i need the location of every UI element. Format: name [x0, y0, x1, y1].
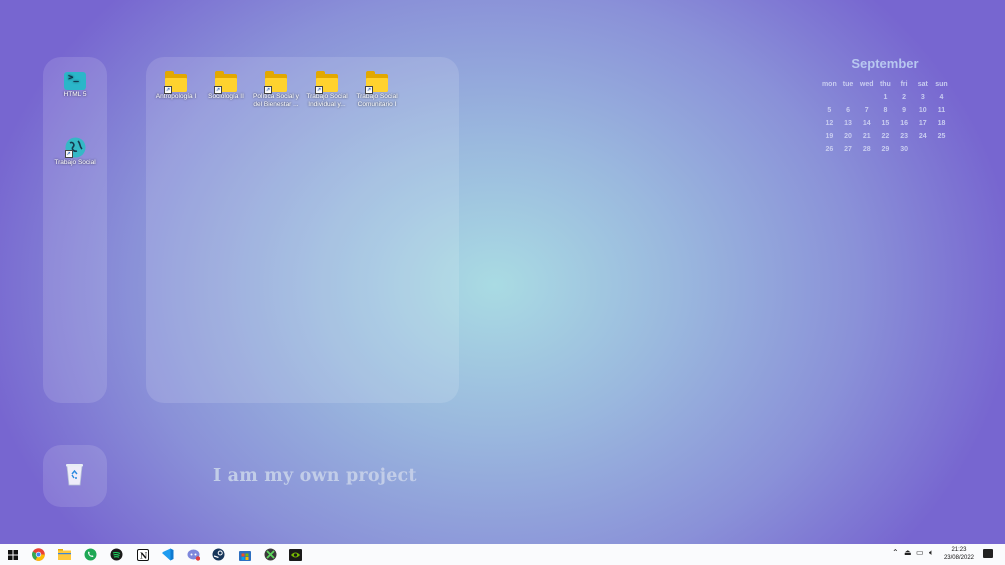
folder-icon: ↗: [214, 71, 237, 94]
calendar-day[interactable]: 12: [820, 120, 839, 127]
calendar-day[interactable]: 13: [839, 120, 858, 127]
terminal-icon: >_: [64, 72, 86, 90]
calendar-day[interactable]: 16: [895, 120, 914, 127]
calendar-day[interactable]: 29: [876, 146, 895, 153]
folder-trabajo-social-individual[interactable]: ↗ Trabajo Social Individual y...: [300, 71, 354, 108]
calendar-weekday: sun: [935, 81, 948, 88]
file-explorer-icon[interactable]: [56, 546, 73, 563]
clock-time: 21:23: [951, 547, 967, 553]
desktop-icon-trabajo-social[interactable]: ↗ Trabajo Social: [48, 137, 102, 167]
folder-label: Sociología II: [208, 93, 244, 100]
calendar-weekday: tue: [842, 81, 854, 88]
microsoft-store-icon[interactable]: [236, 546, 253, 563]
calendar-day[interactable]: 25: [932, 133, 951, 140]
calendar-day: [913, 146, 932, 153]
calendar-day[interactable]: 28: [857, 146, 876, 153]
whatsapp-icon[interactable]: [82, 546, 99, 563]
network-icon[interactable]: ▭: [916, 548, 924, 557]
folder-label: Trabajo Social Individual y...: [306, 93, 348, 108]
clock-date: 23/08/2022: [943, 555, 974, 561]
folder-label: Política Social y del Bienestar ...: [253, 93, 299, 108]
chevron-up-icon[interactable]: ⌃: [892, 548, 899, 557]
calendar-day[interactable]: 4: [932, 94, 951, 101]
chrome-icon[interactable]: [30, 546, 47, 563]
calendar-day[interactable]: 21: [857, 133, 876, 140]
calendar-day[interactable]: 1: [876, 94, 895, 101]
globe-icon: ↗: [64, 137, 86, 158]
spotify-icon[interactable]: [108, 546, 125, 563]
calendar-day[interactable]: 18: [932, 120, 951, 127]
steam-icon[interactable]: [210, 546, 227, 563]
usb-icon[interactable]: ⏏: [904, 548, 912, 557]
folder-icon: ↗: [315, 71, 338, 94]
desktop-icon-label: HTML 5: [63, 91, 87, 98]
xbox-icon[interactable]: [262, 546, 279, 563]
calendar-day[interactable]: 27: [839, 146, 858, 153]
volume-icon[interactable]: 🔈︎: [929, 548, 934, 558]
calendar-day[interactable]: 14: [857, 120, 876, 127]
calendar-day[interactable]: 24: [913, 133, 932, 140]
folder-politica-social[interactable]: ↗ Política Social y del Bienestar ...: [249, 71, 303, 108]
calendar-day[interactable]: 2: [895, 94, 914, 101]
calendar-day: [857, 94, 876, 101]
calendar-day[interactable]: 8: [876, 107, 895, 114]
calendar-day[interactable]: 10: [913, 107, 932, 114]
nvidia-icon[interactable]: [287, 546, 304, 563]
notion-icon[interactable]: N: [134, 546, 151, 563]
folder-icon: ↗: [365, 71, 388, 94]
calendar-day[interactable]: 6: [839, 107, 858, 114]
calendar-day[interactable]: 22: [876, 133, 895, 140]
desktop-icon-html5[interactable]: >_ HTML 5: [48, 72, 102, 99]
folder-sociologia[interactable]: ↗ Sociología II: [199, 71, 253, 101]
calendar-day[interactable]: 23: [895, 133, 914, 140]
folder-icon: ↗: [264, 71, 287, 94]
calendar-weekday: wed: [859, 81, 874, 88]
notification-icon[interactable]: [983, 549, 993, 558]
calendar-weekday: mon: [821, 81, 837, 88]
calendar-weekday: sat: [917, 81, 928, 88]
calendar-day[interactable]: 19: [820, 133, 839, 140]
calendar-day[interactable]: 3: [913, 94, 932, 101]
calendar-day: [820, 94, 839, 101]
svg-text:N: N: [140, 550, 147, 560]
taskbar: N ⌃ ⏏ ▭ 🔈︎ 21:23 23/08/2022: [0, 544, 1005, 565]
calendar-day[interactable]: 20: [839, 133, 858, 140]
desktop-motto: I am my own project: [213, 466, 417, 486]
vscode-icon[interactable]: [159, 546, 176, 563]
calendar-day[interactable]: 17: [913, 120, 932, 127]
recycle-bin-icon[interactable]: [64, 462, 85, 491]
folder-antropologia[interactable]: ↗ Antropología I: [149, 71, 203, 101]
calendar-weekday: fri: [900, 81, 908, 88]
folder-trabajo-social-comunitario[interactable]: ↗ Trabajo Social Comunitario I: [350, 71, 404, 108]
calendar-day: [932, 146, 951, 153]
calendar-day[interactable]: 11: [932, 107, 951, 114]
calendar-day[interactable]: 26: [820, 146, 839, 153]
folder-label: Trabajo Social Comunitario I: [356, 93, 398, 108]
left-icon-panel: [43, 57, 107, 403]
folder-label: Antropología I: [155, 93, 197, 100]
calendar-grid: mon tue wed thu fri sat sun 1 2 3 4 5 6 7 8 9 10 11 12 13 14…: [820, 81, 955, 153]
windows-start-icon[interactable]: [4, 546, 21, 563]
discord-icon[interactable]: [185, 546, 202, 563]
folder-panel: [146, 57, 459, 403]
calendar-day: [839, 94, 858, 101]
calendar-day[interactable]: 9: [895, 107, 914, 114]
calendar-weekday: thu: [879, 81, 891, 88]
calendar-day[interactable]: 5: [820, 107, 839, 114]
calendar-day[interactable]: 15: [876, 120, 895, 127]
desktop-icon-label: Trabajo Social: [54, 159, 96, 166]
folder-icon: ↗: [164, 71, 187, 94]
clock[interactable]: 21:23 23/08/2022: [944, 546, 974, 562]
calendar-month: September: [851, 56, 919, 71]
calendar-day[interactable]: 30: [895, 146, 914, 153]
calendar-day[interactable]: 7: [857, 107, 876, 114]
calendar-widget: September mon tue wed thu fri sat sun 1 2 3 4 5 6 7 8 9…: [815, 56, 955, 153]
